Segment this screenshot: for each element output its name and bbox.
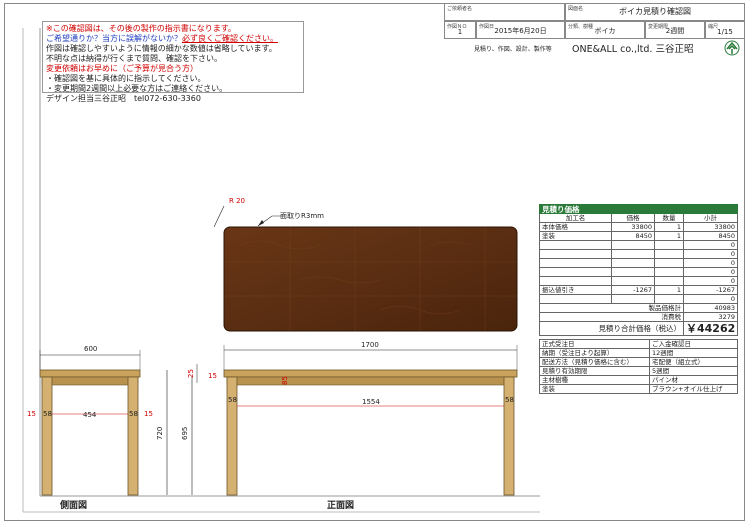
svg-text:600: 600 [84, 345, 97, 353]
estimate-cell-item: 本体価格 [539, 222, 612, 232]
estimate-cell-qty [654, 249, 684, 259]
estimate-cell-qty [654, 240, 684, 250]
company-logo-icon [724, 40, 740, 56]
estimate-cell-subtotal: 0 [683, 294, 738, 304]
estimate-row: 0 [539, 240, 738, 250]
estimate-cell-subtotal: 0 [683, 258, 738, 268]
estimate-rows: 本体価格 33800 1 33800 塗装 8450 1 8450 0 0 0 0 0 振込値引き -126… [539, 222, 738, 304]
order-info-row: 正式受注日 ご入金確認日 [539, 339, 738, 349]
estimate-title: 見積り価格 [539, 204, 738, 214]
order-info-label: 納期（受注日より起算） [539, 348, 650, 358]
order-info-row: 塗装 ブラウン+オイル仕上げ [539, 384, 738, 394]
front-view-label: 正面図 [327, 501, 355, 511]
estimate-cell-item [539, 249, 612, 259]
svg-text:25: 25 [187, 369, 195, 378]
change-period-cell: 変更期限 2週間 [645, 21, 705, 39]
svg-text:85: 85 [281, 376, 289, 385]
table-top-plan-view [223, 226, 518, 332]
radius-label: R 20 [229, 197, 245, 205]
estimate-row: 振込値引き -1267 1 -1267 [539, 285, 738, 295]
company-name: ONE&ALL co.,ltd. 三谷正昭 [572, 44, 694, 55]
estimate-cell-price [611, 240, 655, 250]
svg-text:454: 454 [83, 411, 97, 419]
drawing-name-cell: 図面名 ボイカ見積り確認図 [565, 3, 745, 21]
estimate-cell-subtotal: 0 [683, 267, 738, 277]
estimate-cell-subtotal: 8450 [683, 231, 738, 241]
estimate-cell-item: 塗装 [539, 231, 612, 241]
estimate-cell-qty [654, 267, 684, 277]
estimate-cell-qty: 1 [654, 285, 684, 295]
estimate-row: 0 [539, 249, 738, 259]
svg-text:58: 58 [505, 396, 514, 404]
chamfer-label: 面取りR3mm [280, 212, 324, 220]
order-info-value: ブラウン+オイル仕上げ [649, 384, 738, 394]
grand-total-label: 見積り合計価格（税込） [539, 321, 684, 336]
estimate-cell-qty [654, 276, 684, 286]
category-cell: 分類、樹種 ボイカ [565, 21, 645, 39]
estimate-cell-item [539, 258, 612, 268]
estimate-row: 本体価格 33800 1 33800 [539, 222, 738, 232]
order-info-rows: 正式受注日 ご入金確認日 納期（受注日より起算） 12週間 配送方法（見積り価格に含む）… [539, 339, 738, 394]
estimate-cell-qty: 1 [654, 222, 684, 232]
estimate-row: 塗装 8450 1 8450 [539, 231, 738, 241]
svg-text:15: 15 [144, 410, 153, 418]
svg-text:15: 15 [208, 372, 217, 380]
estimate-cell-subtotal: 0 [683, 240, 738, 250]
estimate-cell-item [539, 240, 612, 250]
table-side-view [39, 369, 141, 496]
estimate-cell-subtotal: -1267 [683, 285, 738, 295]
estimate-cell-price [611, 276, 655, 286]
estimate-cell-price [611, 294, 655, 304]
estimate-cell-item: 振込値引き [539, 285, 612, 295]
order-info-value: 5週間 [649, 366, 738, 376]
estimate-cell-qty [654, 294, 684, 304]
order-info-value: 宅配便（組立式） [649, 357, 738, 367]
drawing-name: ボイカ見積り確認図 [619, 7, 691, 16]
estimate-cell-price [611, 258, 655, 268]
order-info-value: 12週間 [649, 348, 738, 358]
order-info-row: 主材樹種 パイン材 [539, 375, 738, 385]
estimate-cell-qty [654, 258, 684, 268]
side-view-label: 側面図 [60, 501, 88, 511]
svg-text:1554: 1554 [362, 398, 380, 406]
estimate-table: 見積り価格 加工名 価格 数量 小計 本体価格 33800 1 33800 塗装 8450… [539, 204, 738, 394]
order-info-label: 塗装 [539, 384, 650, 394]
order-info-label: 正式受注日 [539, 339, 650, 349]
svg-text:1700: 1700 [361, 341, 379, 349]
order-info-label: 見積り有効期限 [539, 366, 650, 376]
estimate-row: 0 [539, 276, 738, 286]
estimate-cell-subtotal: 0 [683, 249, 738, 259]
svg-text:58: 58 [129, 410, 138, 418]
scale-cell: 縮尺 1/15 [705, 21, 745, 39]
estimate-cell-item [539, 276, 612, 286]
estimate-cell-price: 8450 [611, 231, 655, 241]
order-info-value: ご入金確認日 [649, 339, 738, 349]
svg-text:15: 15 [27, 410, 36, 418]
estimate-cell-qty: 1 [654, 231, 684, 241]
estimate-cell-subtotal: 33800 [683, 222, 738, 232]
order-info-row: 見積り有効期限 5週間 [539, 366, 738, 376]
svg-text:720: 720 [156, 427, 164, 440]
order-info-row: 配送方法（見積り価格に含む） 宅配便（組立式） [539, 357, 738, 367]
estimate-cell-price [611, 249, 655, 259]
grand-total: ￥44262 [683, 321, 738, 336]
order-info-label: 配送方法（見積り価格に含む） [539, 357, 650, 367]
estimate-row: 0 [539, 294, 738, 304]
estimate-cell-item [539, 267, 612, 277]
drawing-canvas: R 20 面取りR3mm 600 454 15 58 58 15 720 695… [22, 28, 540, 513]
order-info-label: 主材樹種 [539, 375, 650, 385]
estimate-row: 0 [539, 258, 738, 268]
svg-text:58: 58 [228, 396, 237, 404]
svg-text:58: 58 [43, 410, 52, 418]
estimate-cell-price [611, 267, 655, 277]
estimate-cell-item [539, 294, 612, 304]
table-front-view [223, 369, 518, 496]
svg-text:695: 695 [181, 427, 189, 440]
estimate-cell-subtotal: 0 [683, 276, 738, 286]
estimate-row: 0 [539, 267, 738, 277]
estimate-cell-price: -1267 [611, 285, 655, 295]
estimate-cell-price: 33800 [611, 222, 655, 232]
order-info-value: パイン材 [649, 375, 738, 385]
order-info-row: 納期（受注日より起算） 12週間 [539, 348, 738, 358]
